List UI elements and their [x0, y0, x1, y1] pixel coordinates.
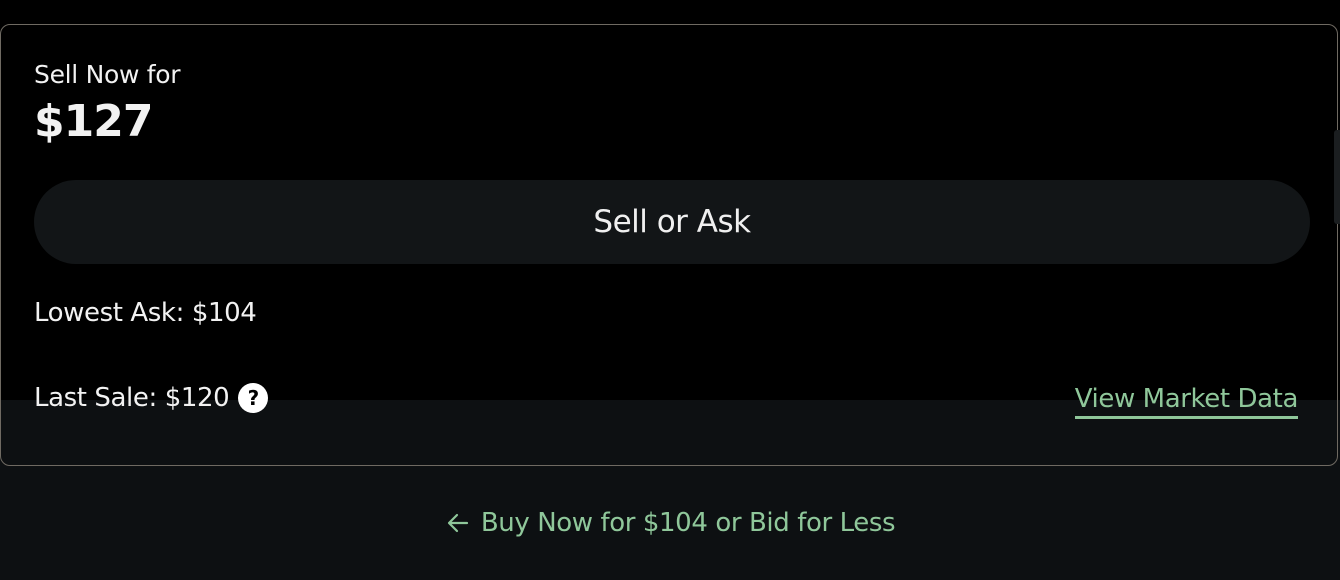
- help-icon[interactable]: ?: [238, 383, 269, 413]
- last-sale-text: Last Sale: $120: [34, 383, 230, 413]
- last-sale-row: Last Sale: $120 ?: [34, 383, 269, 413]
- lowest-ask-text: Lowest Ask: $104: [34, 298, 257, 328]
- sell-or-ask-button[interactable]: Sell or Ask: [34, 180, 1310, 264]
- arrow-left-icon: [447, 513, 468, 533]
- sell-now-price: $127: [34, 96, 153, 147]
- view-market-data-link[interactable]: View Market Data: [1074, 383, 1298, 419]
- scrollbar-thumb[interactable]: [1334, 130, 1340, 224]
- buy-now-link[interactable]: Buy Now for $104 or Bid for Less: [0, 508, 1340, 538]
- sell-now-label: Sell Now for: [34, 60, 181, 89]
- buy-now-label: Buy Now for $104 or Bid for Less: [480, 508, 896, 538]
